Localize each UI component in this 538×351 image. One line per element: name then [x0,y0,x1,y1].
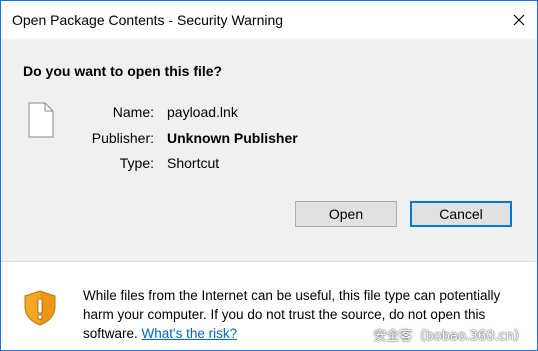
file-name-value: payload.lnk [167,104,238,120]
publisher-label: Publisher: [91,130,154,146]
dialog-heading: Do you want to open this file? [23,63,223,79]
file-type-value: Shortcut [167,155,220,171]
whats-the-risk-link[interactable]: What's the risk? [142,326,238,341]
file-name-row: Name: payload.lnk [1,102,537,122]
file-type-label: Type: [119,155,154,171]
window-title: Open Package Contents - Security Warning [12,12,284,28]
cancel-button[interactable]: Cancel [410,201,512,227]
close-icon [513,14,525,26]
security-warning-dialog: Open Package Contents - Security Warning… [0,0,538,351]
file-type-row: Type: Shortcut [1,153,537,173]
close-button[interactable] [501,1,537,39]
security-shield-icon [24,290,56,326]
watermark: 安全客（bobao.360.cn） [373,329,527,344]
publisher-row: Publisher: Unknown Publisher [1,128,537,148]
title-bar[interactable]: Open Package Contents - Security Warning [1,1,537,39]
open-button[interactable]: Open [295,201,397,227]
publisher-value: Unknown Publisher [167,130,298,146]
file-name-label: Name: [112,104,154,120]
dialog-content: Do you want to open this file? Name: pay… [1,39,537,261]
warning-panel: While files from the Internet can be use… [1,262,537,350]
